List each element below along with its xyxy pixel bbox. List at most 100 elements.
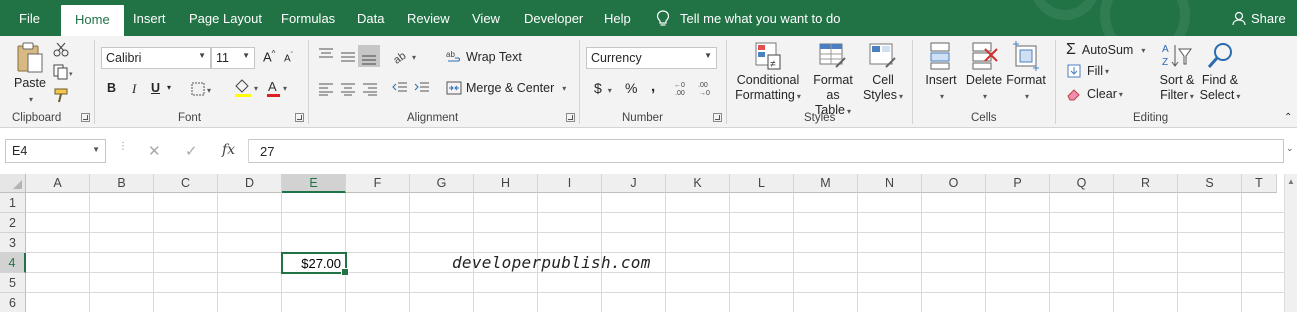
row-header-6[interactable]: 6 [0, 293, 26, 312]
font-name-combo[interactable]: Calibri ▼ [101, 47, 211, 69]
name-box[interactable]: E4 ▼ [5, 139, 106, 163]
align-bottom-button[interactable] [358, 45, 380, 67]
column-header-O[interactable]: O [922, 174, 986, 193]
drag-handle-icon[interactable]: ⋮ [118, 142, 128, 152]
align-center-icon[interactable] [340, 82, 356, 96]
row-header-1[interactable]: 1 [0, 193, 26, 213]
column-header-P[interactable]: P [986, 174, 1050, 193]
align-middle-icon[interactable] [340, 50, 356, 64]
column-header-G[interactable]: G [410, 174, 474, 193]
align-top-icon[interactable] [318, 47, 334, 61]
share-button[interactable]: Share [1232, 11, 1286, 26]
bold-button[interactable]: B [107, 81, 116, 95]
tell-me-search[interactable]: Tell me what you want to do [656, 10, 840, 27]
increase-font-size-icon[interactable]: A^ [263, 49, 275, 64]
fill-button[interactable]: Fill ▾ [1067, 64, 1109, 78]
clear-button[interactable]: Clear ▾ [1067, 87, 1123, 101]
column-header-I[interactable]: I [538, 174, 602, 193]
decrease-decimal-icon[interactable]: .00→0 [698, 79, 716, 97]
italic-button[interactable]: I [132, 81, 136, 97]
tab-formulas[interactable]: Formulas [281, 11, 335, 26]
column-header-L[interactable]: L [730, 174, 794, 193]
number-launcher-icon[interactable] [713, 113, 722, 122]
column-header-S[interactable]: S [1178, 174, 1242, 193]
expand-formula-bar-icon[interactable]: ⌄ [1286, 143, 1294, 154]
row-header-4[interactable]: 4 [0, 253, 26, 273]
select-all-button[interactable] [0, 174, 26, 193]
fill-color-icon[interactable]: ▾ [233, 78, 261, 98]
clipboard-launcher-icon[interactable] [81, 113, 90, 122]
autosum-button[interactable]: Σ AutoSum ▾ [1066, 41, 1145, 59]
percent-style-button[interactable]: % [625, 80, 637, 96]
cancel-entry-icon[interactable]: ✕ [148, 142, 161, 160]
column-header-R[interactable]: R [1114, 174, 1178, 193]
format-as-table-button[interactable]: Format as Table ▾ [806, 41, 860, 119]
cell-styles-button[interactable]: Cell Styles ▾ [862, 41, 904, 104]
collapse-ribbon-icon[interactable]: ⌃ [1284, 112, 1292, 123]
delete-cells-button[interactable]: Delete ▾ [963, 41, 1005, 104]
column-header-E[interactable]: E [282, 174, 346, 193]
format-painter-icon[interactable] [53, 87, 71, 103]
chevron-down-icon[interactable]: ▾ [562, 84, 566, 93]
format-cells-button[interactable]: Format ▾ [1005, 41, 1047, 104]
column-header-M[interactable]: M [794, 174, 858, 193]
column-header-D[interactable]: D [218, 174, 282, 193]
column-header-N[interactable]: N [858, 174, 922, 193]
merge-center-button[interactable]: Merge & Center ▾ [446, 80, 566, 96]
tab-file[interactable]: File [19, 11, 40, 26]
confirm-entry-icon[interactable]: ✓ [185, 142, 198, 160]
sort-filter-button[interactable]: AZ Sort & Filter ▾ [1156, 41, 1198, 104]
comma-style-button[interactable]: , [651, 78, 655, 95]
chevron-down-icon[interactable]: ▾ [167, 83, 171, 92]
tab-page-layout[interactable]: Page Layout [189, 11, 262, 26]
decrease-font-size-icon[interactable]: Aˇ [284, 52, 293, 64]
tab-help[interactable]: Help [604, 11, 631, 26]
font-color-icon[interactable]: A ▾ [265, 78, 291, 98]
underline-button[interactable]: U [151, 81, 160, 95]
borders-icon[interactable]: ▾ [191, 82, 215, 96]
column-header-J[interactable]: J [602, 174, 666, 193]
paste-button[interactable]: Paste ▾ [12, 42, 48, 107]
align-right-icon[interactable] [362, 82, 378, 96]
increase-decimal-icon[interactable]: ←0.00 [674, 79, 692, 97]
tab-developer[interactable]: Developer [524, 11, 583, 26]
orientation-icon[interactable]: ab ▾ [392, 48, 420, 64]
tab-view[interactable]: View [472, 11, 500, 26]
chevron-down-icon[interactable]: ▼ [92, 145, 100, 154]
find-select-button[interactable]: Find & Select ▾ [1199, 41, 1241, 104]
conditional-formatting-button[interactable]: ≠ Conditional Formatting ▾ [733, 41, 803, 104]
column-header-Q[interactable]: Q [1050, 174, 1114, 193]
formula-input[interactable]: 27 [249, 139, 1284, 163]
tab-insert[interactable]: Insert [133, 11, 166, 26]
font-size-combo[interactable]: 11 ▼ [211, 47, 255, 69]
tab-data[interactable]: Data [357, 11, 384, 26]
column-header-B[interactable]: B [90, 174, 154, 193]
accounting-format-button[interactable]: $ ▾ [594, 80, 612, 96]
decrease-indent-icon[interactable] [392, 81, 408, 95]
increase-indent-icon[interactable] [414, 81, 430, 95]
column-header-A[interactable]: A [26, 174, 90, 193]
align-left-icon[interactable] [318, 82, 334, 96]
row-header-2[interactable]: 2 [0, 213, 26, 233]
insert-function-icon[interactable]: fx [222, 142, 235, 158]
column-header-H[interactable]: H [474, 174, 538, 193]
row-header-3[interactable]: 3 [0, 233, 26, 253]
column-header-K[interactable]: K [666, 174, 730, 193]
column-header-C[interactable]: C [154, 174, 218, 193]
copy-icon[interactable]: ▾ [53, 64, 75, 80]
number-format-combo[interactable]: Currency ▼ [586, 47, 717, 69]
row-header-5[interactable]: 5 [0, 273, 26, 293]
insert-cells-button[interactable]: Insert ▾ [920, 41, 962, 104]
cut-icon[interactable] [53, 41, 69, 57]
cell-E4-value[interactable]: $27.00 [283, 256, 341, 271]
vertical-scrollbar[interactable]: ▲ [1284, 174, 1297, 312]
column-header-F[interactable]: F [346, 174, 410, 193]
tab-review[interactable]: Review [407, 11, 450, 26]
tab-home[interactable]: Home [61, 5, 124, 36]
wrap-text-button[interactable]: ab Wrap Text [446, 49, 522, 65]
scroll-up-icon[interactable]: ▲ [1287, 177, 1295, 186]
font-launcher-icon[interactable] [295, 113, 304, 122]
chevron-down-icon[interactable]: ▾ [29, 95, 33, 104]
alignment-launcher-icon[interactable] [566, 113, 575, 122]
column-header-T[interactable]: T [1242, 174, 1277, 193]
